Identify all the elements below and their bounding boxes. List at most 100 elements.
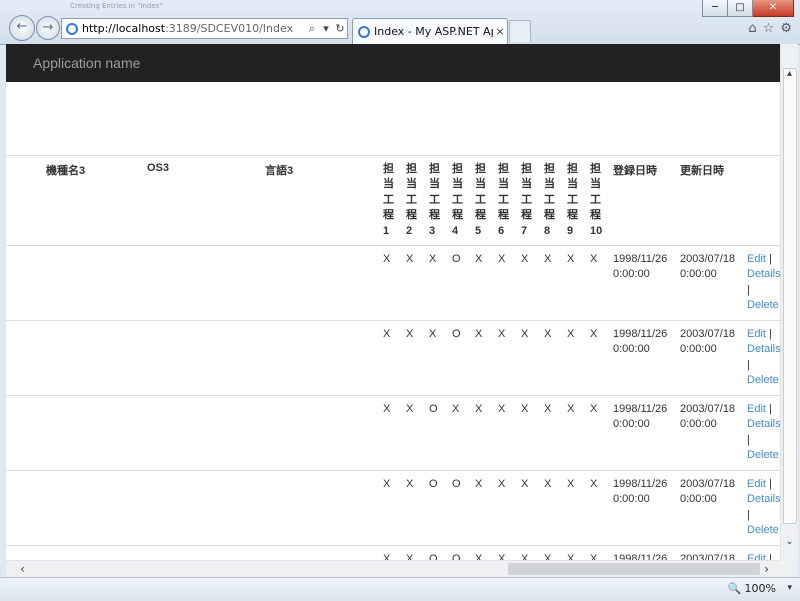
header-tantou-3: 担当工程 3 bbox=[425, 156, 448, 246]
delete-link[interactable]: Delete bbox=[747, 299, 779, 311]
cell-tantou-4: O bbox=[452, 478, 461, 491]
cell-tantou-1: X bbox=[383, 253, 391, 266]
header-char: 当 bbox=[567, 178, 578, 191]
header-char: 程 bbox=[590, 209, 601, 222]
table-row: X X O O X X X X X X 1998/11/260:00:00 2003/07/180:0… bbox=[6, 545, 780, 560]
edit-link[interactable]: Edit bbox=[747, 253, 766, 265]
tab-close-icon[interactable]: × bbox=[493, 25, 507, 38]
header-char: 工 bbox=[406, 193, 417, 206]
cell-tantou-8: X bbox=[544, 328, 552, 341]
table-row: X X O O X X X X X X 1998/11/260:00:00 2003/07/180:0… bbox=[6, 470, 780, 546]
details-link[interactable]: Details bbox=[747, 493, 780, 505]
cell-tantou-1: X bbox=[383, 553, 391, 560]
header-char: 程 bbox=[544, 209, 555, 222]
cell-tantou-9: X bbox=[567, 403, 575, 416]
edit-link[interactable]: Edit bbox=[747, 478, 766, 490]
cell-tantou-4: O bbox=[452, 553, 461, 560]
maximize-button[interactable]: □ bbox=[728, 0, 753, 17]
cell-tantou-6: X bbox=[498, 253, 506, 266]
table-header-row: 機種名3 OS3 言語3 担当工程1 担当工程2 担当工程3 担当工程4 担当工… bbox=[6, 155, 780, 246]
header-char: 6 bbox=[498, 224, 505, 237]
cell-updated: 2003/07/180:00:00 bbox=[680, 403, 736, 431]
cell-tantou-4: O bbox=[452, 253, 461, 266]
header-tantou-text: 担当工程 1 bbox=[383, 162, 398, 239]
header-char: 担 bbox=[498, 163, 509, 175]
search-icon[interactable]: ⌕ bbox=[305, 22, 319, 36]
vertical-scroll-thumb[interactable] bbox=[783, 68, 797, 524]
horizontal-scroll-thumb[interactable] bbox=[508, 563, 760, 575]
cell-tantou-3: O bbox=[429, 403, 438, 416]
cell-kishu bbox=[6, 396, 143, 471]
new-tab-button[interactable] bbox=[509, 20, 531, 42]
details-link[interactable]: Details bbox=[747, 343, 780, 355]
brand-link[interactable]: Application name bbox=[33, 55, 140, 71]
home-icon[interactable]: ⌂ bbox=[748, 21, 756, 36]
scroll-left-arrow[interactable]: ‹ bbox=[14, 561, 31, 577]
cell-tantou-1: X bbox=[383, 328, 391, 341]
back-button[interactable]: ← bbox=[9, 15, 35, 41]
cell-registered: 1998/11/260:00:00 bbox=[613, 253, 668, 281]
edit-link[interactable]: Edit bbox=[747, 328, 766, 340]
app-navbar: Application name bbox=[6, 44, 780, 82]
delete-link[interactable]: Delete bbox=[747, 524, 779, 536]
header-tantou-5: 担当工程 5 bbox=[471, 156, 494, 246]
cell-tantou-7: X bbox=[521, 553, 529, 560]
zoom-dropdown-icon[interactable]: ▾ bbox=[787, 583, 792, 593]
close-window-button[interactable]: ✕ bbox=[753, 0, 794, 17]
refresh-icon[interactable]: ↻ bbox=[333, 22, 347, 35]
cell-tantou-10: X bbox=[590, 253, 598, 266]
status-bar: 🔍 100% ▾ bbox=[0, 577, 800, 601]
horizontal-scrollbar[interactable]: ‹ › bbox=[6, 560, 780, 578]
cell-tantou-3: O bbox=[429, 553, 438, 560]
header-char: 程 bbox=[498, 209, 509, 222]
header-char: 工 bbox=[475, 193, 486, 206]
header-updated: 更新日時 bbox=[680, 165, 724, 177]
cell-tantou-3: X bbox=[429, 328, 437, 341]
cell-tantou-4: X bbox=[452, 403, 460, 416]
scroll-down-arrow[interactable]: ⌄ bbox=[781, 536, 798, 547]
window-controls: ─ □ ✕ bbox=[702, 0, 794, 17]
header-char: 当 bbox=[544, 178, 555, 191]
header-char: 当 bbox=[429, 178, 440, 191]
forward-button[interactable]: → bbox=[36, 16, 60, 40]
edit-link[interactable]: Edit bbox=[747, 403, 766, 415]
address-dropdown-icon[interactable]: ▾ bbox=[319, 22, 333, 35]
tab-index[interactable]: Index - My ASP.NET App... × bbox=[352, 18, 508, 44]
ie-page-icon bbox=[66, 22, 78, 35]
header-kishu: 機種名3 bbox=[46, 165, 86, 177]
cell-actions: Edit |Details|Delete bbox=[747, 403, 780, 462]
cell-updated: 2003/07/180:00:00 bbox=[680, 553, 736, 560]
scroll-right-arrow[interactable]: › bbox=[758, 561, 775, 577]
cell-registered: 1998/11/260:00:00 bbox=[613, 553, 668, 560]
cell-os bbox=[143, 471, 261, 546]
minimize-button[interactable]: ─ bbox=[702, 0, 728, 17]
address-url[interactable]: http://localhost:3189/SDCEV010/Index bbox=[82, 22, 305, 35]
scroll-up-arrow[interactable]: ▴ bbox=[781, 68, 798, 79]
cell-tantou-1: X bbox=[383, 403, 391, 416]
header-char: 8 bbox=[544, 224, 551, 237]
address-bar[interactable]: http://localhost:3189/SDCEV010/Index ⌕ ▾… bbox=[61, 18, 348, 39]
window-title-hint: Creating Entries in "Index" bbox=[70, 2, 163, 10]
delete-link[interactable]: Delete bbox=[747, 449, 779, 461]
delete-link[interactable]: Delete bbox=[747, 374, 779, 386]
header-char: 当 bbox=[383, 178, 394, 191]
favorites-icon[interactable]: ☆ bbox=[763, 21, 775, 36]
edit-link[interactable]: Edit bbox=[747, 553, 766, 560]
table-row: X X X O X X X X X X 1998/11/26 0:00:00 2003/07/18 0:0… bbox=[6, 320, 780, 396]
settings-icon[interactable]: ⚙ bbox=[780, 21, 792, 36]
header-char: 工 bbox=[521, 193, 532, 206]
header-char: 程 bbox=[452, 209, 463, 222]
table-row: X X X O X X X X X X 1998/11/26 0:00:00 2003/07/18 0:0… bbox=[6, 245, 780, 321]
header-char: 2 bbox=[406, 224, 413, 237]
cell-tantou-8: X bbox=[544, 253, 552, 266]
details-link[interactable]: Details bbox=[747, 418, 780, 430]
header-char: 工 bbox=[452, 193, 463, 206]
zoom-control[interactable]: 🔍 100% bbox=[728, 582, 776, 595]
zoom-icon: 🔍 bbox=[727, 582, 742, 595]
details-link[interactable]: Details bbox=[747, 268, 780, 280]
table-row: X X O X X X X X X X 1998/11/26 0:00:00 2003/07/18 0:0… bbox=[6, 395, 780, 471]
cell-kishu bbox=[6, 246, 143, 321]
cell-tantou-8: X bbox=[544, 553, 552, 560]
vertical-scrollbar[interactable]: ▴ ⌄ bbox=[780, 44, 798, 560]
table-body: X X X O X X X X X X 1998/11/26 0:00:00 2003/07/18 0:0… bbox=[6, 245, 780, 560]
